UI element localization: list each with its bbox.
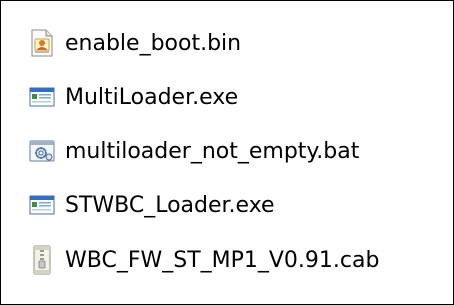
file-item-wbc-fw-st-mp1-cab[interactable]: WBC_FW_ST_MP1_V0.91.cab [25,240,379,280]
file-list: enable_boot.bin MultiLoader.exe multiloa… [1,1,453,304]
file-name: MultiLoader.exe [65,84,239,110]
file-item-stwbc-loader-exe[interactable]: STWBC_Loader.exe [25,185,275,225]
batch-file-icon [25,134,59,168]
file-name: enable_boot.bin [65,30,242,56]
cabinet-archive-icon [25,243,59,277]
file-list-frame: enable_boot.bin MultiLoader.exe multiloa… [0,0,454,305]
file-item-multiloader-exe[interactable]: MultiLoader.exe [25,77,238,117]
file-name: STWBC_Loader.exe [65,192,275,218]
file-item-multiloader-not-empty-bat[interactable]: multiloader_not_empty.bat [25,131,359,171]
file-name: WBC_FW_ST_MP1_V0.91.cab [65,247,380,273]
binary-file-icon [25,26,59,60]
application-icon [25,188,59,222]
application-icon [25,80,59,114]
file-name: multiloader_not_empty.bat [65,138,360,164]
file-item-enable-boot-bin[interactable]: enable_boot.bin [25,23,241,63]
